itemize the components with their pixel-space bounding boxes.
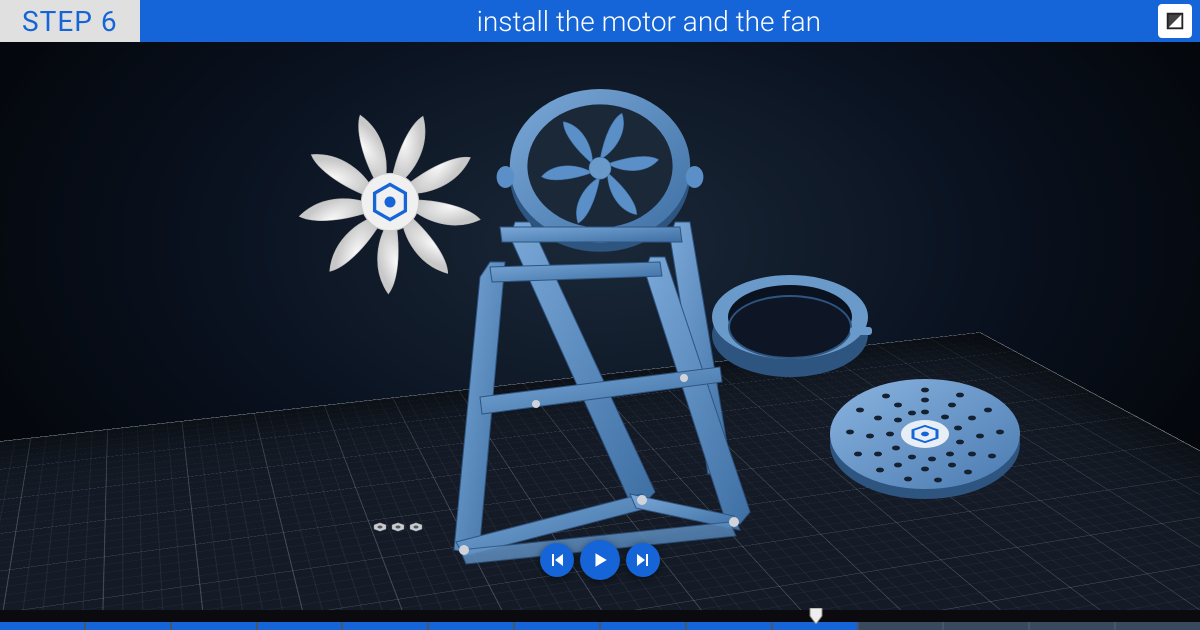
timeline-segment[interactable] <box>343 622 427 630</box>
grid-floor <box>0 42 1200 610</box>
fan-blade-white <box>280 92 500 312</box>
fullscreen-button[interactable] <box>1158 4 1192 38</box>
timeline-segment[interactable] <box>429 622 513 630</box>
timeline-segment[interactable] <box>0 622 84 630</box>
timeline-segment[interactable] <box>944 622 1028 630</box>
timeline-segment[interactable] <box>86 622 170 630</box>
play-icon <box>591 551 609 569</box>
timeline-marker[interactable] <box>809 608 823 624</box>
timeline-segment[interactable] <box>1030 622 1114 630</box>
timeline-segment[interactable] <box>515 622 599 630</box>
header-bar: STEP 6 install the motor and the fan <box>0 0 1200 42</box>
step-title: install the motor and the fan <box>140 5 1158 38</box>
prev-button[interactable] <box>540 543 574 577</box>
timeline-segment[interactable] <box>1116 622 1200 630</box>
next-button[interactable] <box>626 543 660 577</box>
motor-housing <box>490 77 710 277</box>
timeline-segment[interactable] <box>601 622 685 630</box>
playback-controls <box>540 540 660 580</box>
fullscreen-icon <box>1164 10 1186 32</box>
timeline-segment[interactable] <box>172 622 256 630</box>
timeline-track[interactable] <box>0 622 1200 630</box>
step-badge: STEP 6 <box>0 0 140 42</box>
timeline-segment[interactable] <box>859 622 943 630</box>
skip-forward-icon <box>635 552 651 568</box>
viewport-3d[interactable] <box>0 42 1200 610</box>
play-button[interactable] <box>580 540 620 580</box>
skip-back-icon <box>549 552 565 568</box>
timeline-segment[interactable] <box>258 622 342 630</box>
app-root: STEP 6 install the motor and the fan <box>0 0 1200 630</box>
timeline-segment[interactable] <box>687 622 771 630</box>
timeline[interactable] <box>0 610 1200 630</box>
